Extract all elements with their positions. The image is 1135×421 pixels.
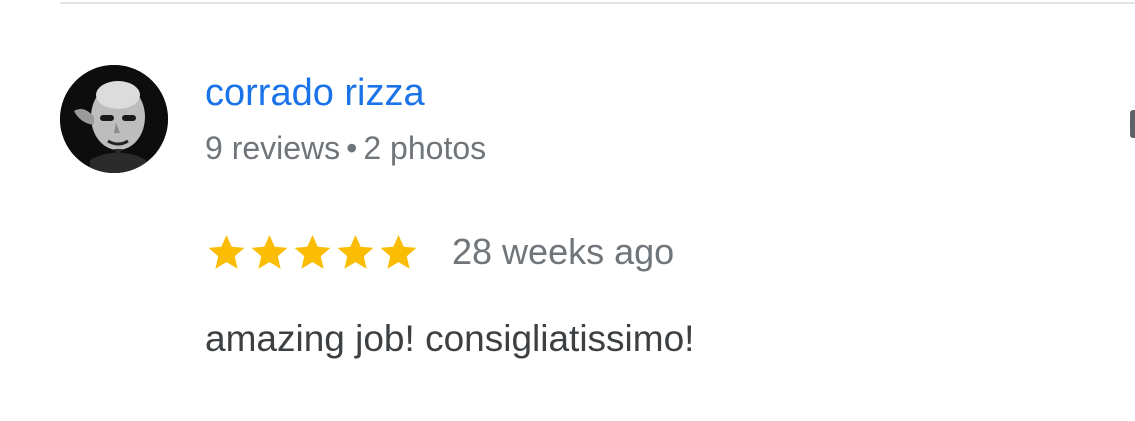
- star-rating: [205, 231, 420, 274]
- photos-count: 2 photos: [363, 130, 487, 166]
- top-divider: [60, 2, 1135, 4]
- author-name-link[interactable]: corrado rizza: [205, 68, 425, 118]
- star-icon: [337, 234, 374, 269]
- review-time: 28 weeks ago: [452, 231, 675, 272]
- star-icon: [208, 234, 245, 269]
- meta-separator: •: [346, 130, 358, 166]
- author-meta: 9 reviews • 2 photos: [205, 126, 486, 170]
- person-portrait-avatar-icon: [60, 65, 168, 173]
- avatar[interactable]: [60, 65, 168, 173]
- star-icon: [251, 234, 288, 269]
- review-text: amazing job! consigliatissimo!: [205, 318, 695, 359]
- review-card: corrado rizza 9 reviews • 2 photos 28 week…: [0, 0, 1135, 421]
- star-icon: [380, 234, 417, 269]
- star-icon: [294, 234, 331, 269]
- rating-row: 28 weeks ago: [205, 227, 674, 277]
- scrollbar-thumb[interactable]: [1130, 110, 1135, 138]
- reviews-count: 9 reviews: [205, 130, 341, 166]
